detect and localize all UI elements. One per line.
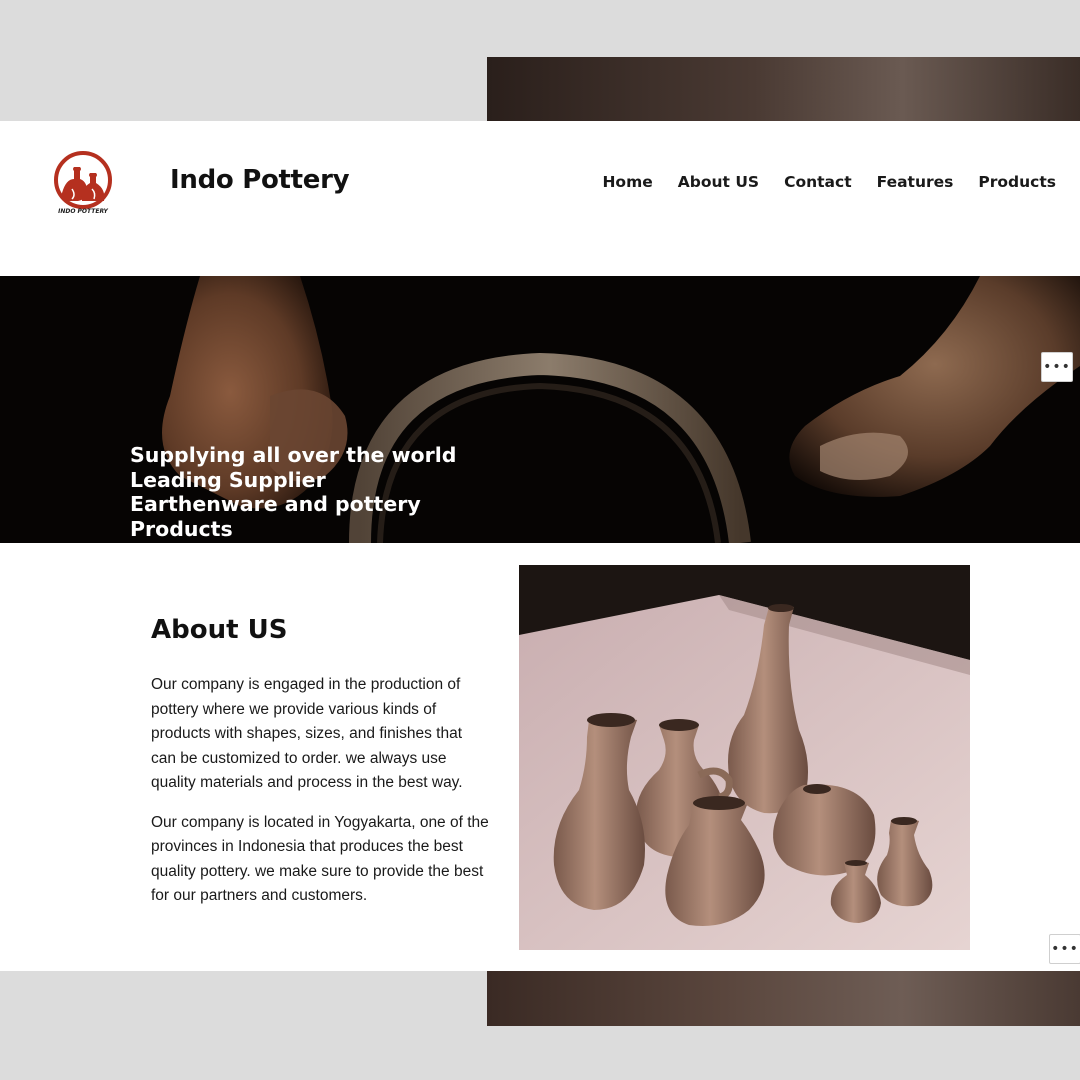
main-nav: Home About US Contact Features Products xyxy=(577,173,1056,191)
vases-illustration xyxy=(519,565,970,950)
background-photo-strip-bottom xyxy=(487,970,1080,1026)
pottery-vases-image xyxy=(519,565,970,950)
nav-products[interactable]: Products xyxy=(978,173,1056,191)
about-paragraph: Our company is engaged in the production… xyxy=(151,676,463,791)
about-paragraph: Our company is located in Yogyakarta, on… xyxy=(151,813,489,905)
pottery-logo-icon: INDO POTTERY xyxy=(54,151,112,215)
nav-home[interactable]: Home xyxy=(602,173,652,191)
nav-about-us[interactable]: About US xyxy=(678,173,759,191)
nav-features[interactable]: Features xyxy=(877,173,954,191)
hero-line: Supplying all over the world xyxy=(130,443,457,467)
site-logo[interactable]: INDO POTTERY xyxy=(52,149,116,217)
section-more-options-button[interactable]: ••• xyxy=(1049,934,1080,964)
logo-text: INDO POTTERY xyxy=(58,208,108,215)
site-title[interactable]: Indo Pottery xyxy=(170,165,350,195)
hero-line: Earthenware and pottery xyxy=(130,492,421,516)
hero-line: Leading Supplier xyxy=(130,467,326,492)
hero-line: Products xyxy=(130,516,233,541)
hero-headline: Supplying all over the world Leading Sup… xyxy=(130,443,456,541)
background-photo-strip-top xyxy=(487,57,1080,121)
hero-banner: Supplying all over the world Leading Sup… xyxy=(0,276,1080,543)
hero-more-options-button[interactable]: ••• xyxy=(1041,352,1073,382)
site-header: INDO POTTERY Indo Pottery Home About US … xyxy=(0,121,1080,276)
about-title: About US xyxy=(151,615,288,645)
nav-contact[interactable]: Contact xyxy=(784,173,852,191)
about-body: Our company is engaged in the production… xyxy=(151,673,491,924)
page: INDO POTTERY Indo Pottery Home About US … xyxy=(0,121,1080,971)
